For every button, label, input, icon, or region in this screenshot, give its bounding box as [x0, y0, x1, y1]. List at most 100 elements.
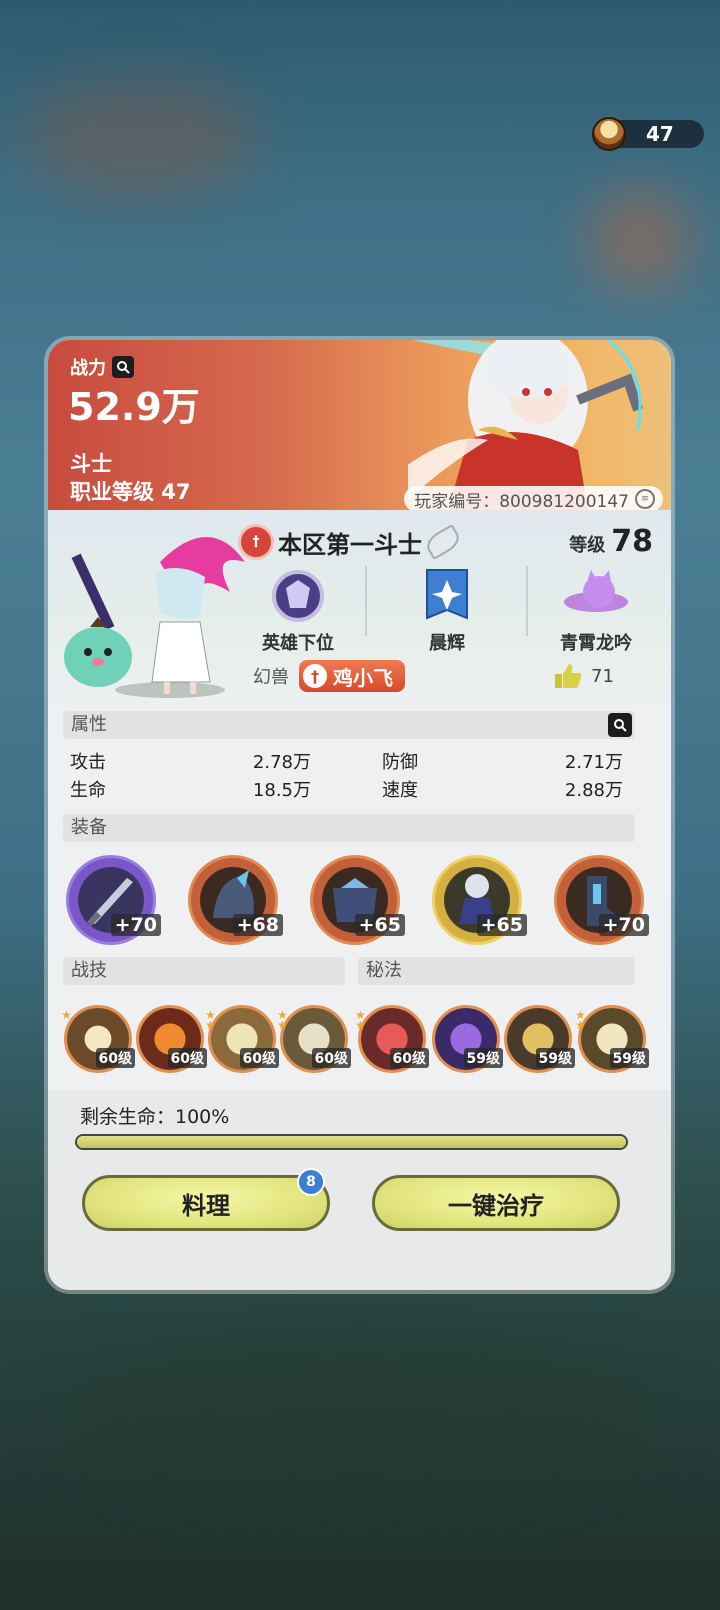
skill-slot[interactable]: 60级 — [136, 1005, 207, 1073]
thumbs-up-icon — [555, 664, 582, 688]
defense-label: 防御 — [382, 752, 418, 773]
attributes-header-label: 属性 — [71, 714, 107, 735]
equipment-plus: +70 — [110, 914, 161, 936]
player-level: 等级 78 — [569, 524, 653, 559]
profile-area: † 本区第一斗士 等级 78 英雄下位 晨辉 青霄龙吟 幻兽 † 鸡小飞 71 — [48, 510, 671, 710]
power-value: 52.9万 — [68, 385, 200, 429]
food-bowl-icon — [592, 117, 626, 151]
player-id[interactable]: 玩家编号：800981200147 ≡ — [404, 486, 663, 512]
skill-slot[interactable]: ★ ★ 60级 — [205, 1005, 279, 1073]
attack-label: 攻击 — [70, 752, 106, 773]
star-icon: ★ ★ — [575, 1008, 586, 1032]
skill-slot[interactable]: 59级 — [504, 1005, 575, 1073]
equipment-plus: +65 — [476, 914, 527, 936]
skill-level: 60级 — [167, 1048, 207, 1068]
player-title: 本区第一斗士 — [278, 530, 422, 559]
pet-name-button[interactable]: † 鸡小飞 — [299, 660, 405, 692]
equipment-slot-costume[interactable]: +65 — [432, 855, 527, 945]
secret-skills-label: 秘法 — [366, 960, 402, 981]
skill-level: 60级 — [389, 1048, 429, 1068]
food-count: 47 — [646, 122, 674, 146]
equipment-plus: +65 — [354, 914, 405, 936]
player-info-panel: 战力 52.9万 斗士 职业等级 47 玩家编号：800981200147 ≡ — [48, 340, 671, 1290]
cook-count-badge: 8 — [297, 1168, 325, 1196]
guild-label: 晨辉 — [429, 633, 465, 654]
speed-label: 速度 — [382, 780, 418, 801]
attack-value: 2.78万 — [252, 752, 311, 773]
level-value: 78 — [611, 524, 653, 559]
hero-portrait-image — [408, 340, 643, 510]
secret-skills-header: 秘法 — [358, 957, 635, 985]
battle-skills-label: 战技 — [71, 960, 107, 981]
equipment-slot-helmet[interactable]: +68 — [188, 855, 283, 945]
hp-label-stat: 生命 — [70, 780, 106, 801]
attributes-search-icon[interactable] — [608, 713, 632, 737]
pet-type-icon: † — [303, 664, 327, 688]
pet-label: 幻兽 — [253, 667, 289, 688]
star-icon: ★ — [61, 1008, 72, 1022]
heal-all-button[interactable]: 一键治疗 — [372, 1175, 620, 1231]
skill-level: 59级 — [463, 1048, 503, 1068]
like-count: 71 — [591, 665, 614, 687]
attributes-header: 属性 — [63, 711, 635, 739]
skill-level: 59级 — [609, 1048, 649, 1068]
equipment-slot-armor[interactable]: +65 — [310, 855, 405, 945]
remaining-hp-label: 剩余生命：100% — [80, 1106, 230, 1128]
defense-value: 2.71万 — [564, 752, 623, 773]
skill-slot[interactable]: ★ ★ 59级 — [575, 1005, 649, 1073]
star-icon: ★ ★ — [277, 1008, 288, 1032]
skill-level: 60级 — [239, 1048, 279, 1068]
star-icon: ★ ★ — [205, 1008, 216, 1032]
feather-icon — [422, 523, 464, 561]
mount-icon — [564, 570, 628, 612]
mount-label: 青霄龙吟 — [560, 633, 632, 654]
cook-button-label: 料理 — [182, 1191, 230, 1220]
background-blur — [60, 1330, 660, 1490]
player-id-text: 玩家编号：800981200147 — [414, 491, 629, 512]
equipment-slot-boots[interactable]: +70 — [554, 855, 649, 945]
skill-level: 60级 — [311, 1048, 351, 1068]
hp-bar-fill — [77, 1136, 626, 1148]
power-search-icon[interactable] — [112, 356, 134, 378]
skill-slot[interactable]: ★ 60级 — [61, 1005, 135, 1073]
rank-badge-icon: † — [238, 524, 274, 560]
badge-divider — [526, 566, 528, 636]
hero-rank-badge[interactable]: 英雄下位 — [238, 568, 358, 655]
skill-level: 60级 — [95, 1048, 135, 1068]
skill-slot[interactable]: 59级 — [432, 1005, 503, 1073]
skill-slot[interactable]: ★ ★ 60级 — [277, 1005, 351, 1073]
pet-name: 鸡小飞 — [333, 665, 393, 690]
background-blur — [590, 190, 690, 290]
hp-value-stat: 18.5万 — [252, 780, 311, 801]
equipment-plus: +70 — [598, 914, 649, 936]
equipment-header: 装备 — [63, 814, 635, 842]
equipment-header-label: 装备 — [71, 817, 107, 838]
hero-rank-label: 英雄下位 — [262, 633, 334, 654]
job-level: 职业等级 47 — [70, 480, 191, 504]
cook-button[interactable]: 料理 8 — [82, 1168, 330, 1231]
hero-banner: 战力 52.9万 斗士 职业等级 47 玩家编号：800981200147 ≡ — [48, 340, 671, 512]
copy-icon[interactable]: ≡ — [635, 489, 655, 509]
skill-level: 59级 — [535, 1048, 575, 1068]
equipment-plus: +68 — [232, 914, 283, 936]
player-avatar — [64, 537, 245, 698]
job-name: 斗士 — [70, 452, 112, 476]
heal-all-button-label: 一键治疗 — [448, 1191, 544, 1220]
like-button[interactable]: 71 — [553, 662, 614, 690]
equipment-slot-weapon[interactable]: +70 — [66, 855, 161, 945]
pet-row: 幻兽 † 鸡小飞 — [253, 660, 405, 692]
hp-bar — [75, 1134, 628, 1150]
guild-banner-icon — [426, 569, 468, 620]
guild-badge[interactable]: 晨辉 — [387, 568, 507, 655]
skill-slot[interactable]: ★ ★ 60级 — [355, 1005, 429, 1073]
badge-divider — [365, 566, 367, 636]
hero-rank-icon — [272, 570, 324, 622]
star-icon: ★ ★ — [355, 1008, 366, 1032]
battle-skills-header: 战技 — [63, 957, 345, 985]
mount-badge[interactable]: 青霄龙吟 — [536, 568, 656, 655]
food-currency[interactable]: 47 — [592, 117, 704, 151]
player-title-row: † 本区第一斗士 — [238, 523, 464, 561]
background-blur — [20, 80, 260, 200]
speed-value: 2.88万 — [564, 780, 623, 801]
level-label: 等级 — [569, 535, 606, 556]
